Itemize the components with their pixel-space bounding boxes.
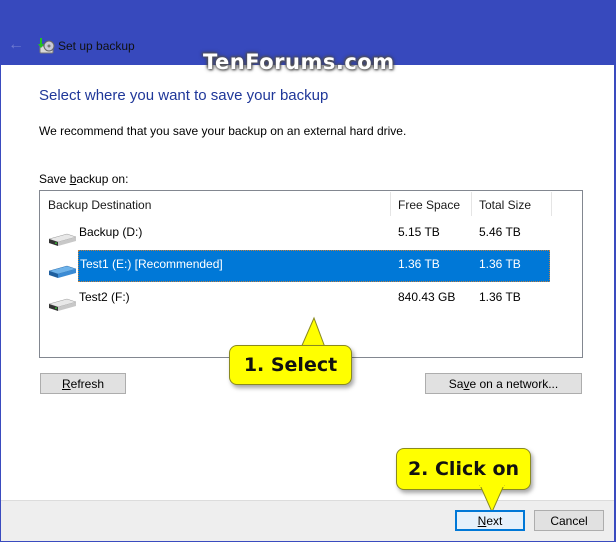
column-header-free-space[interactable]: Free Space xyxy=(398,198,460,212)
backup-app-icon xyxy=(38,38,55,54)
button-label: e on a network... xyxy=(469,377,559,391)
accel-key: R xyxy=(61,377,71,391)
label-text: Save xyxy=(39,172,70,186)
column-divider[interactable] xyxy=(551,192,552,216)
hard-drive-icon xyxy=(48,298,77,311)
total-size-value: 1.36 TB xyxy=(479,290,521,304)
list-header: Backup Destination Free Space Total Size xyxy=(40,191,582,217)
free-space-value: 840.43 GB xyxy=(398,290,456,304)
next-button[interactable]: Next xyxy=(455,510,525,531)
page-heading: Select where you want to save your backu… xyxy=(39,87,329,104)
destination-name: Backup (D:) xyxy=(79,225,143,239)
hard-drive-icon xyxy=(48,233,77,246)
button-label: efresh xyxy=(70,377,105,391)
watermark: TenForums.com xyxy=(203,50,395,74)
table-row-selected[interactable]: Test1 (E:) [Recommended] 1.36 TB 1.36 TB xyxy=(40,250,582,282)
button-label: Sa xyxy=(448,377,464,391)
window-title: Set up backup xyxy=(58,39,135,53)
wizard-content: Select where you want to save your backu… xyxy=(1,65,614,500)
save-on-network-button[interactable]: Save on a network... xyxy=(425,373,582,394)
button-label: ext xyxy=(486,514,503,528)
table-row[interactable]: Test2 (F:) 840.43 GB 1.36 TB xyxy=(40,283,582,315)
back-arrow-icon[interactable]: ← xyxy=(8,37,24,53)
column-divider[interactable] xyxy=(471,192,472,216)
column-header-destination[interactable]: Backup Destination xyxy=(48,198,151,212)
callout-step-2: 2. Click on xyxy=(396,448,531,490)
table-row[interactable]: Backup (D:) 5.15 TB 5.46 TB xyxy=(40,218,582,250)
total-size-value: 1.36 TB xyxy=(479,257,521,271)
free-space-value: 1.36 TB xyxy=(398,257,440,271)
label-text: ackup on: xyxy=(76,172,129,186)
refresh-button[interactable]: Refresh xyxy=(40,373,126,394)
destination-name: Test1 (E:) [Recommended] xyxy=(80,257,223,271)
cancel-button[interactable]: Cancel xyxy=(534,510,604,531)
free-space-value: 5.15 TB xyxy=(398,225,440,239)
destination-name: Test2 (F:) xyxy=(79,290,130,304)
callout-step-1: 1. Select xyxy=(229,345,352,385)
hard-drive-external-icon xyxy=(48,265,77,278)
total-size-value: 5.46 TB xyxy=(479,225,521,239)
recommendation-text: We recommend that you save your backup o… xyxy=(39,124,407,138)
save-backup-on-label: Save backup on: xyxy=(39,172,128,186)
column-header-total-size[interactable]: Total Size xyxy=(479,198,531,212)
callout-pointer xyxy=(479,485,505,513)
column-divider[interactable] xyxy=(390,192,391,216)
